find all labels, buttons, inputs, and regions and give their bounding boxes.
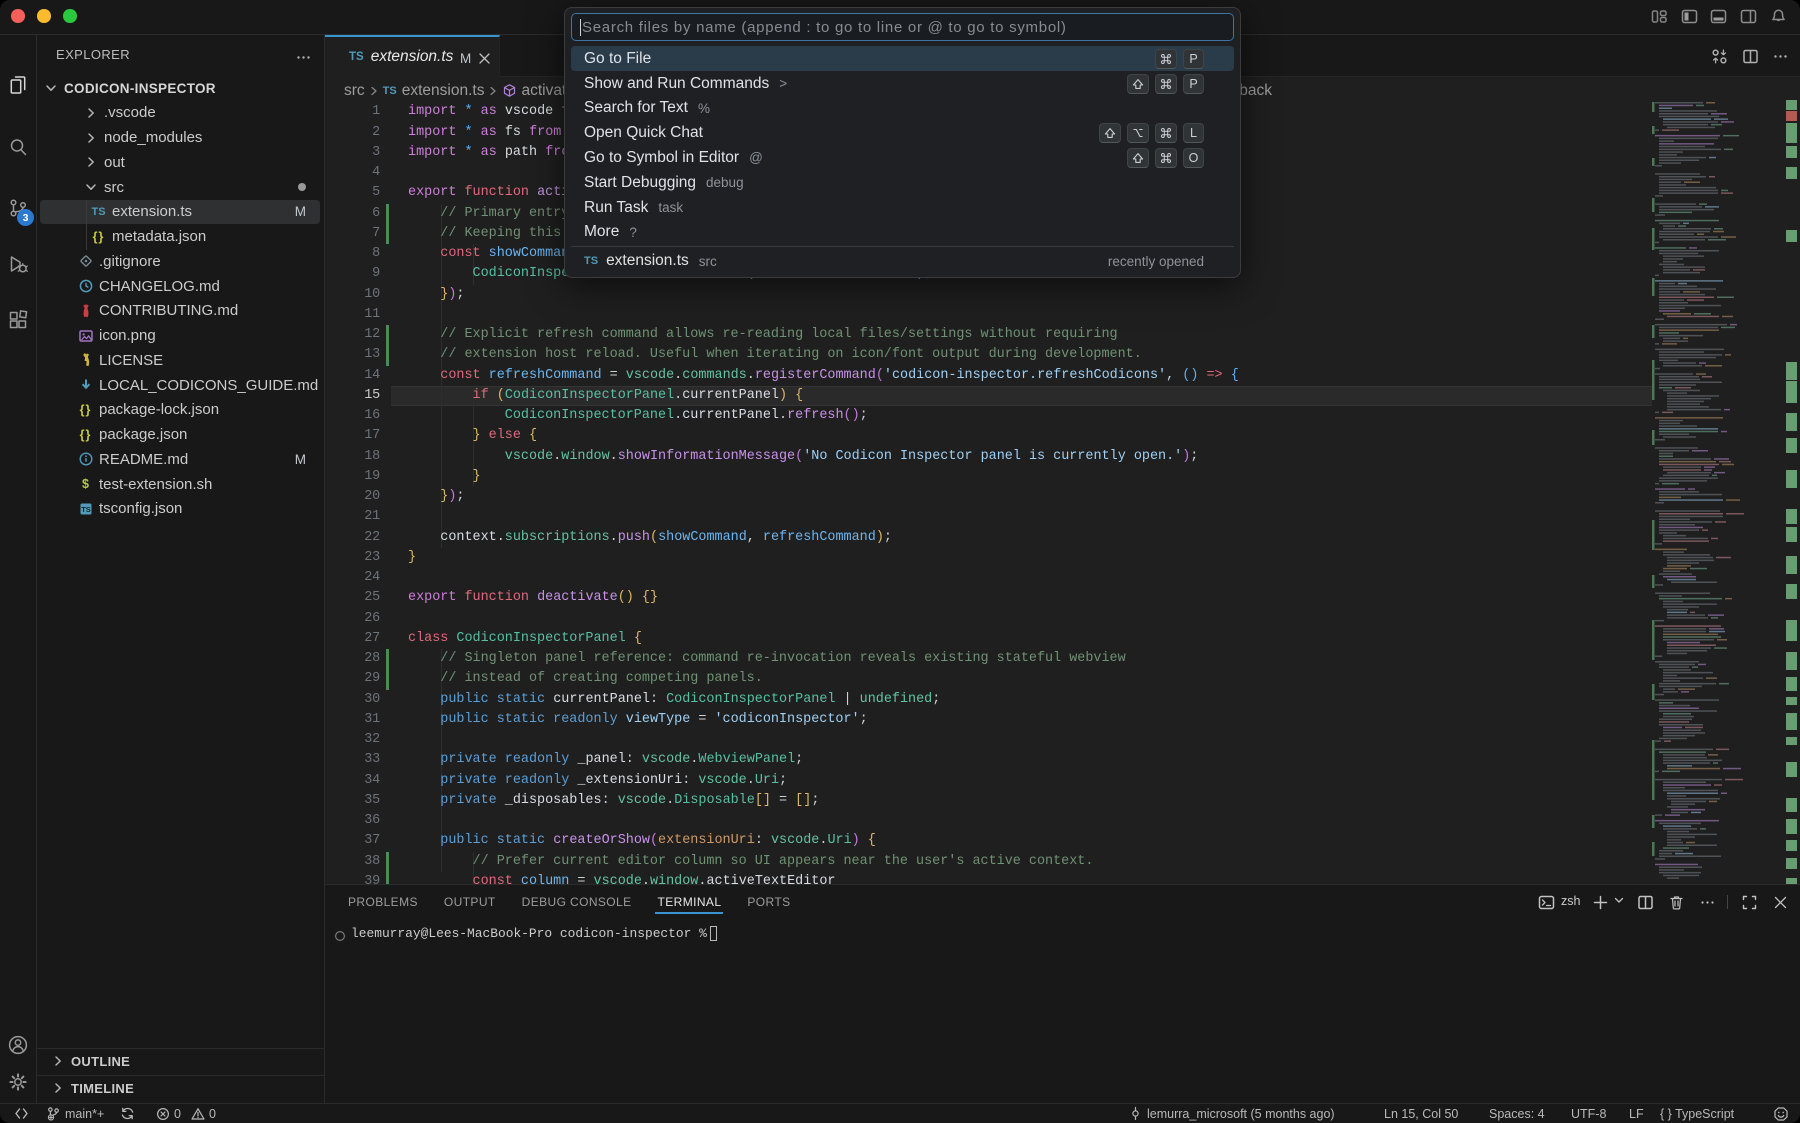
svg-text:TS: TS — [81, 505, 91, 514]
